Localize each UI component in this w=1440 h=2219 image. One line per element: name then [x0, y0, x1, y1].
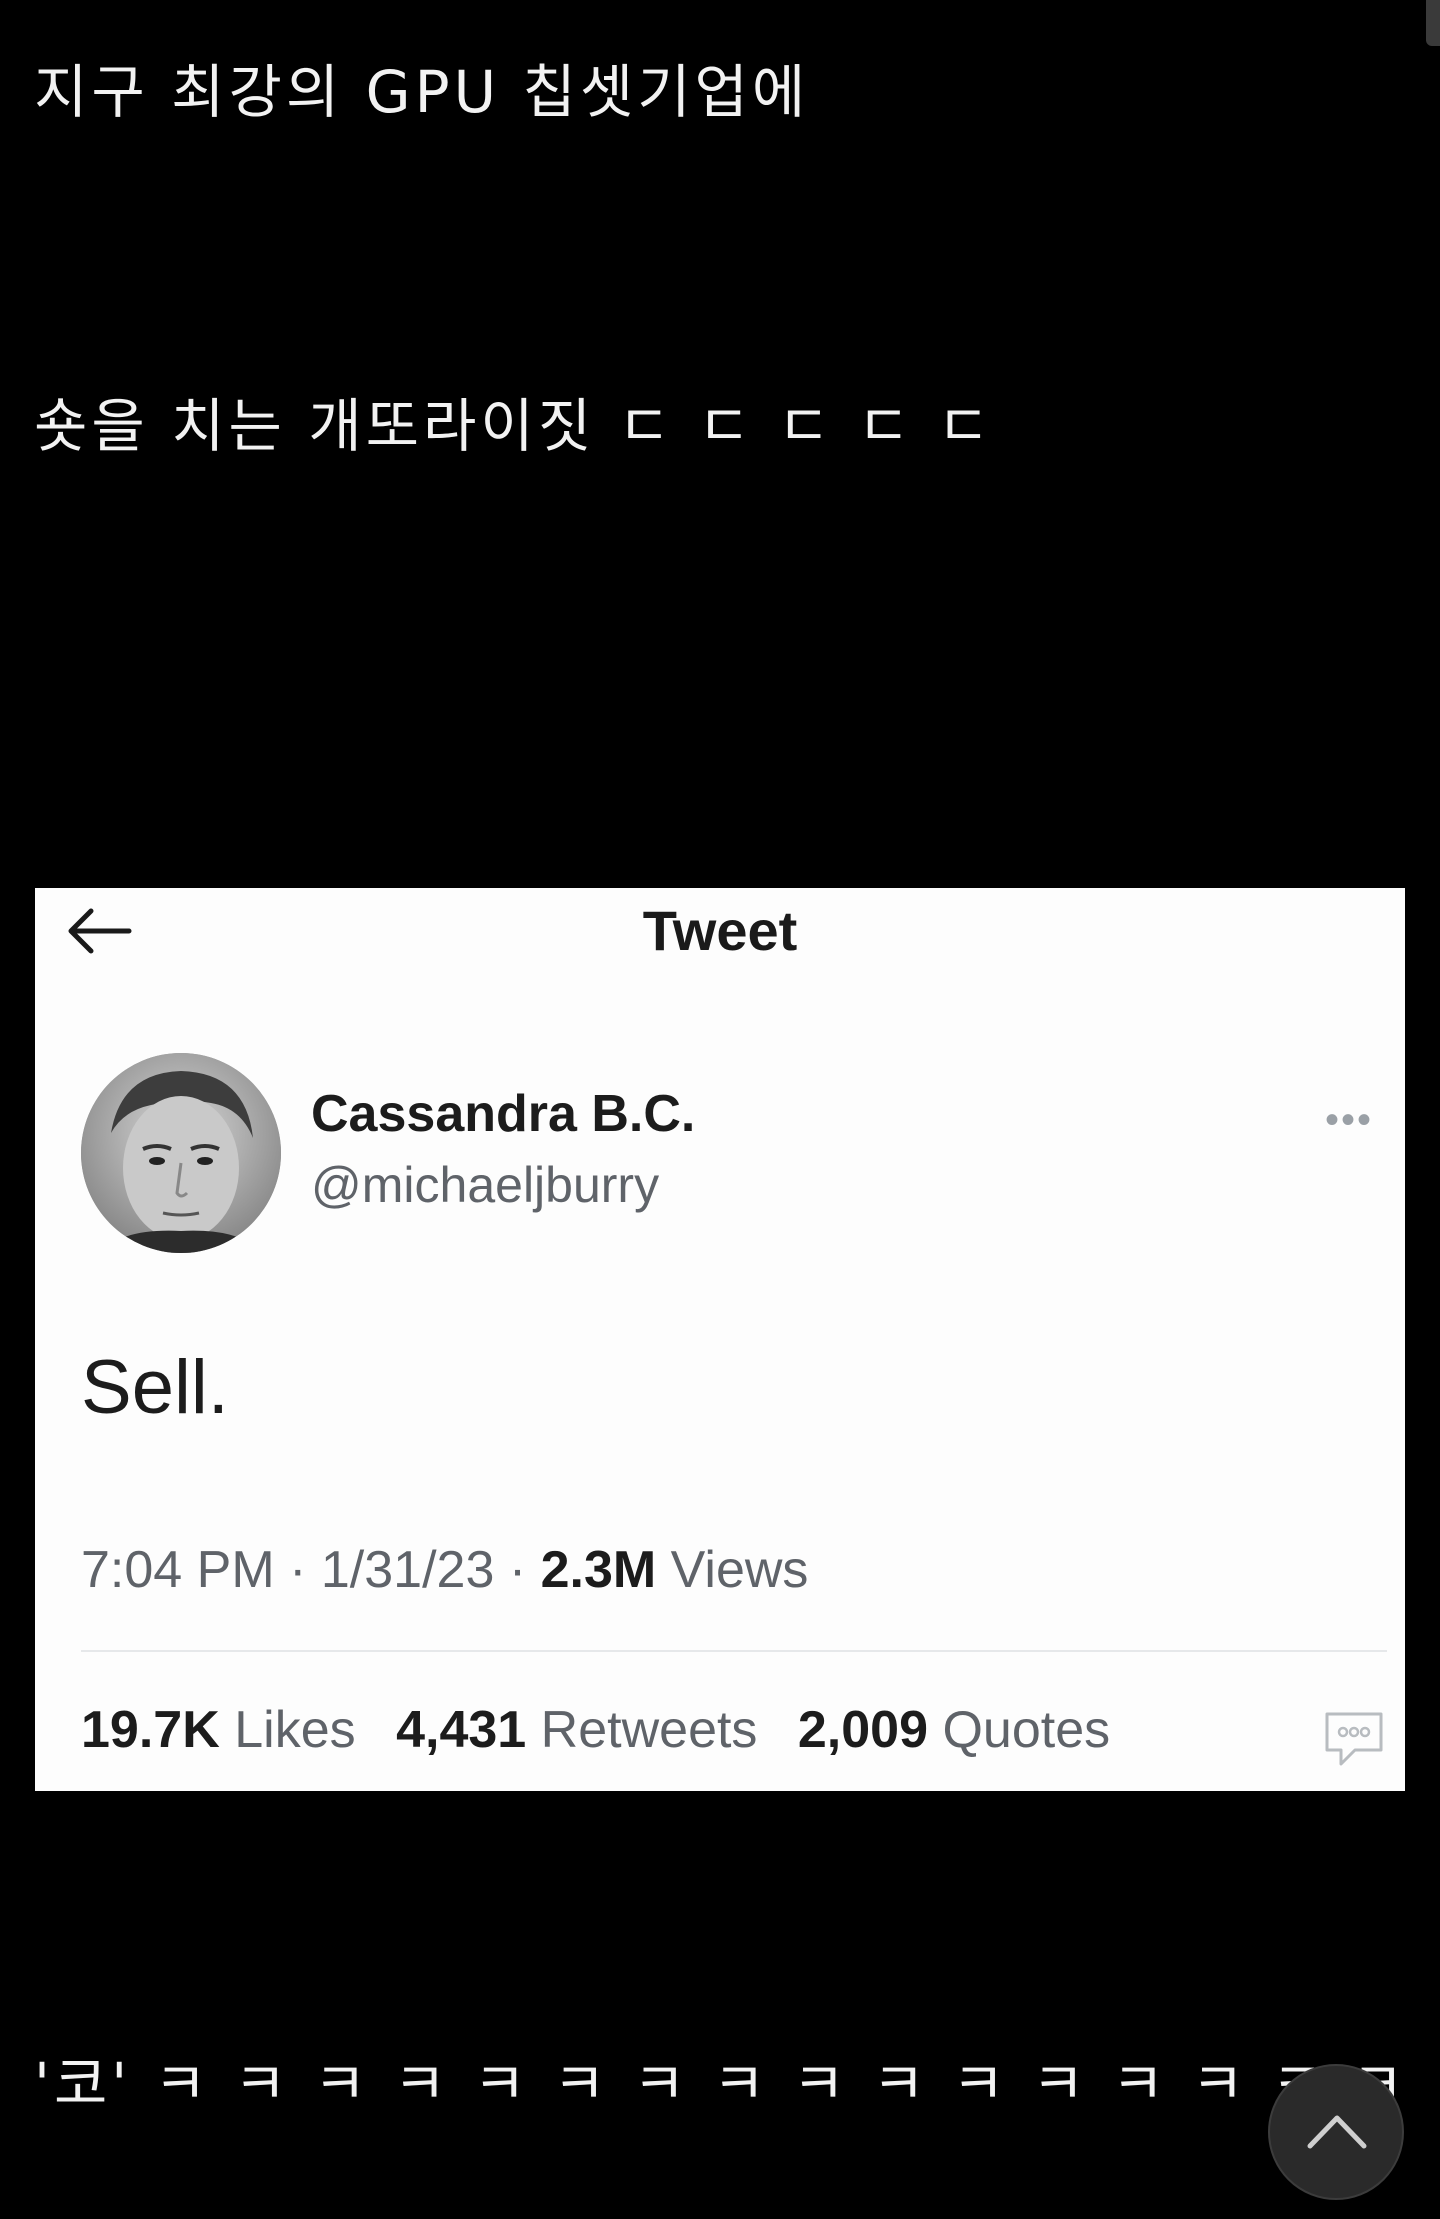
tweet-header: Tweet — [35, 888, 1405, 970]
likes-count: 19.7K — [81, 1701, 220, 1759]
meta-separator: · — [494, 1541, 541, 1599]
quotes-label: Quotes — [942, 1701, 1111, 1759]
caption-line-3: '코' ㅋ ㅋ ㅋ ㅋ ㅋ ㅋ ㅋ ㅋ ㅋ ㅋ ㅋ ㅋ ㅋ ㅋ ㅋ ㅋ — [34, 2050, 1408, 2118]
retweets-stat[interactable]: 4,431 Retweets — [396, 1700, 757, 1760]
header-title: Tweet — [642, 899, 798, 962]
tweet-time[interactable]: 7:04 PM — [81, 1541, 275, 1599]
views-count: 2.3M — [540, 1541, 657, 1599]
caption-line-1: 지구 최강의 GPU 칩셋기업에 — [34, 58, 810, 126]
tweet-date[interactable]: 1/31/23 — [321, 1541, 495, 1599]
tweet-screenshot: Tweet Cassandra B.C. @michaeljburry ••• … — [35, 888, 1405, 1791]
likes-label: Likes — [234, 1701, 356, 1759]
avatar[interactable] — [81, 1053, 281, 1253]
quotes-stat[interactable]: 2,009 Quotes — [798, 1700, 1110, 1760]
views-label: Views — [670, 1541, 809, 1599]
chevron-up-icon — [1307, 2115, 1367, 2149]
author-handle[interactable]: @michaeljburry — [311, 1156, 659, 1214]
more-horizontal-icon[interactable]: ••• — [1325, 1100, 1385, 1140]
tweet-stats: 19.7K Likes 4,431 Retweets 2,009 Quotes — [81, 1700, 1136, 1760]
quotes-count: 2,009 — [797, 1701, 929, 1759]
retweets-label: Retweets — [540, 1701, 758, 1759]
tweet-text: Sell. — [81, 1345, 229, 1430]
retweets-count: 4,431 — [396, 1701, 527, 1759]
likes-stat[interactable]: 19.7K Likes — [81, 1700, 356, 1760]
comment-bubble-icon[interactable] — [1321, 1708, 1387, 1770]
tweet-meta: 7:04 PM · 1/31/23 · 2.3M Views — [81, 1540, 808, 1600]
scroll-to-top-button[interactable] — [1268, 2064, 1404, 2200]
caption-line-2: 숏을 치는 개또라이짓 ㄷ ㄷ ㄷ ㄷ ㄷ — [34, 392, 995, 460]
meta-separator: · — [274, 1541, 321, 1599]
author-name[interactable]: Cassandra B.C. — [311, 1084, 695, 1144]
scrollbar-thumb[interactable] — [1426, 0, 1440, 46]
divider — [81, 1650, 1387, 1652]
